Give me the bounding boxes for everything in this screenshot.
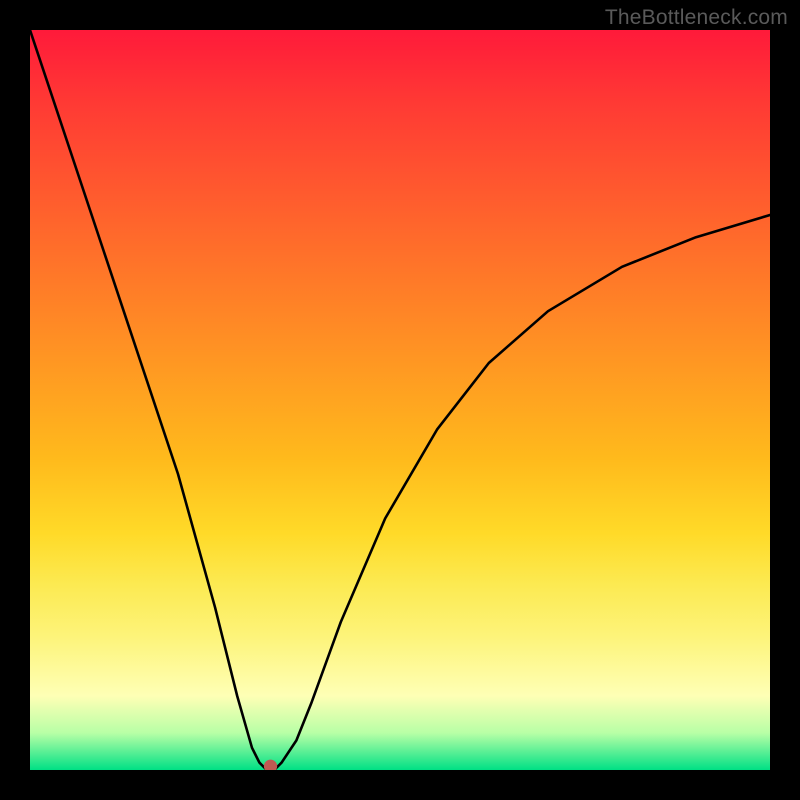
bottleneck-curve bbox=[30, 30, 770, 770]
watermark-text: TheBottleneck.com bbox=[605, 6, 788, 30]
minimum-marker bbox=[264, 760, 277, 770]
plot-area bbox=[30, 30, 770, 770]
chart-frame: TheBottleneck.com bbox=[0, 0, 800, 800]
curve-svg bbox=[30, 30, 770, 770]
